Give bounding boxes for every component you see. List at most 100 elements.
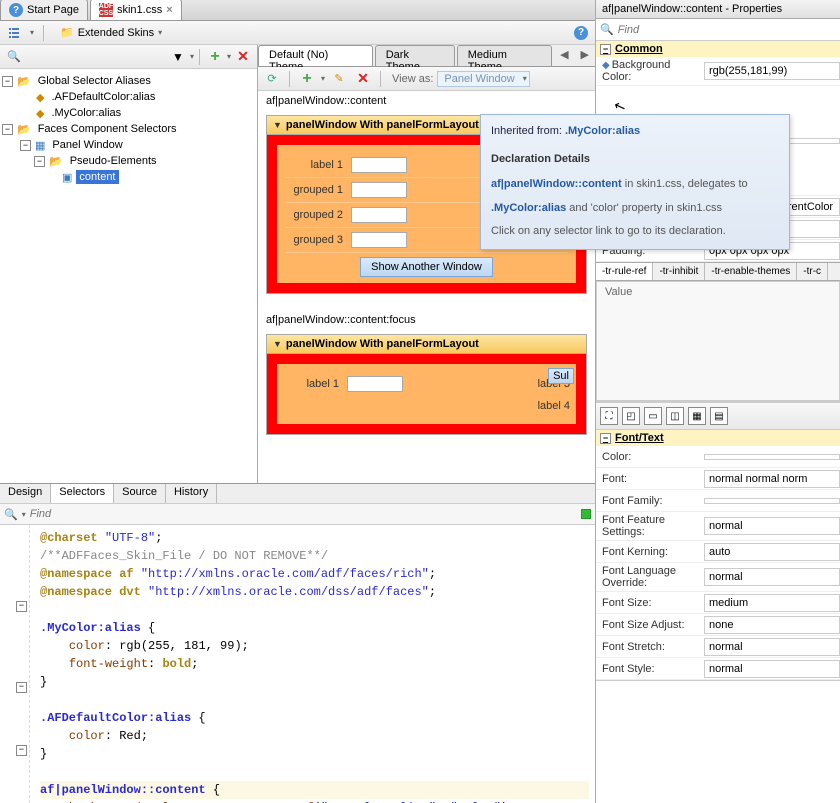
folder-icon: 📂 [17,123,31,136]
tooltip-link-selector[interactable]: af|panelWindow::content [491,178,622,190]
delete-button[interactable]: ✕ [353,69,373,89]
fold-icon[interactable]: − [16,682,27,693]
collapse-icon[interactable]: − [34,156,45,167]
tab-history[interactable]: History [166,484,217,503]
tree-label: Pseudo-Elements [67,154,160,168]
collapse-icon[interactable]: − [2,124,13,135]
dropdown-label: Extended Skins [78,27,154,39]
tooltip-text: Click on any selector link to go to its … [491,223,779,241]
form-label: grouped 3 [287,234,343,246]
collapse-icon[interactable]: − [600,44,611,55]
collapse-icon[interactable]: − [600,433,611,444]
tree-node-content[interactable]: ▣ content [2,169,255,185]
tree-label: Panel Window [49,138,125,152]
form-input[interactable] [351,232,407,248]
tree-label: content [76,170,118,184]
form-input[interactable] [347,376,403,392]
toolbar-icon[interactable]: ▦ [688,407,706,425]
tab-skin-css[interactable]: ADFCSS skin1.css × [90,0,182,20]
search-icon: 🔍 [600,23,614,36]
search-button[interactable]: 🔍 [4,47,24,67]
tree-node-panel-window[interactable]: − ▦ Panel Window [2,137,255,153]
css-file-icon: ADFCSS [99,3,113,17]
tree-node-alias[interactable]: ◆ .MyColor:alias [2,105,255,121]
toolbar-icon[interactable]: ▭ [644,407,662,425]
dropdown-icon[interactable]: ▾ [30,28,34,37]
refresh-button[interactable]: ⟳ [262,69,282,89]
prop-value[interactable]: none [704,616,840,634]
tree-node-global-aliases[interactable]: − 📂 Global Selector Aliases [2,73,255,89]
close-icon[interactable]: × [166,4,172,16]
tab-design[interactable]: Design [0,484,51,503]
tab-dark-theme[interactable]: Dark Theme [375,45,455,66]
tab-tr-enable-themes[interactable]: -tr-enable-themes [705,263,797,280]
toolbar-icon[interactable]: ⛶ [600,407,618,425]
prop-value[interactable]: normal normal norm [704,470,840,488]
chevron-down-icon[interactable]: ▾ [22,510,26,519]
collapse-icon[interactable]: − [2,76,13,87]
tooltip-text: Inherited from: [491,125,562,137]
add-button[interactable]: + [297,69,317,89]
tab-tr-children[interactable]: -tr-c [797,263,828,280]
tab-source[interactable]: Source [114,484,166,503]
expand-icon[interactable]: ▼ [273,339,282,349]
edit-button[interactable]: ✎ [329,69,349,89]
prop-value[interactable]: normal [704,517,840,535]
viewas-select[interactable]: Panel Window ▾ [437,71,529,87]
prop-value[interactable]: normal [704,638,840,656]
expand-icon[interactable]: ▼ [273,120,282,130]
tooltip-heading: Declaration Details [491,153,590,165]
form-input[interactable] [351,207,407,223]
tab-selectors[interactable]: Selectors [51,484,114,503]
show-another-button[interactable]: Show Another Window [360,257,493,277]
tree-node-faces-selectors[interactable]: − 📂 Faces Component Selectors [2,121,255,137]
code-editor[interactable]: − − − @charset "UTF-8"; /**ADFFaces_Skin… [0,525,595,803]
value-area[interactable]: Value [596,281,840,401]
tab-tr-rule-ref[interactable]: -tr-rule-ref [596,263,653,280]
panel-window-header[interactable]: ▼ panelWindow With panelFormLayout [267,335,586,354]
list-view-button[interactable] [4,23,24,43]
prop-value[interactable]: rgb(255,181,99) [704,62,840,80]
tab-default-theme[interactable]: Default (No) Theme [258,45,373,66]
delete-button[interactable]: ✕ [233,47,253,67]
preview-section-title: af|panelWindow::content [258,91,595,111]
filter-button[interactable]: ▼ [168,47,188,67]
tab-medium-theme[interactable]: Medium Theme [457,45,552,66]
form-input[interactable] [351,157,407,173]
tooltip-link-alias[interactable]: .MyColor:alias [491,202,566,214]
prop-value[interactable]: normal [704,568,840,586]
prop-value[interactable]: normal [704,660,840,678]
section-header-font[interactable]: − Font/Text [596,430,840,446]
collapse-icon[interactable]: − [20,140,31,151]
toolbar-icon[interactable]: ◰ [622,407,640,425]
prop-value[interactable]: medium [704,594,840,612]
find-input[interactable] [30,508,577,520]
prop-value[interactable] [704,498,840,504]
tab-start-page[interactable]: ? Start Page [0,0,88,20]
tab-scroll-right[interactable]: ▶ [575,45,595,66]
toolbar-icon[interactable]: ◫ [666,407,684,425]
tree-node-pseudo[interactable]: − 📂 Pseudo-Elements [2,153,255,169]
properties-title: af|panelWindow::content - Properties [596,0,840,19]
help-button[interactable]: ? [571,23,591,43]
fold-icon[interactable]: − [16,745,27,756]
tooltip-link-alias[interactable]: .MyColor:alias [565,125,640,137]
form-input[interactable] [351,182,407,198]
fold-icon[interactable]: − [16,601,27,612]
tab-scroll-left[interactable]: ◀ [554,45,574,66]
tree-node-alias[interactable]: ◆ .AFDefaultColor:alias [2,89,255,105]
form-label: label 4 [530,400,570,412]
properties-icon-toolbar: ⛶ ◰ ▭ ◫ ▦ ▤ [596,402,840,430]
prop-value[interactable]: auto [704,543,840,561]
toolbar-icon[interactable]: ▤ [710,407,728,425]
add-button[interactable]: + [205,47,225,67]
prop-value[interactable] [704,454,840,460]
tab-tr-inhibit[interactable]: -tr-inhibit [653,263,705,280]
chevron-down-icon[interactable]: ▾ [227,52,231,61]
chevron-down-icon[interactable]: ▾ [321,74,325,83]
chevron-down-icon[interactable]: ▾ [190,52,194,61]
extended-skins-dropdown[interactable]: 📁 Extended Skins ▾ [53,23,169,42]
sul-button[interactable]: Sul [548,368,574,384]
find-input[interactable] [618,24,836,36]
section-header-common[interactable]: − Common [596,41,840,57]
